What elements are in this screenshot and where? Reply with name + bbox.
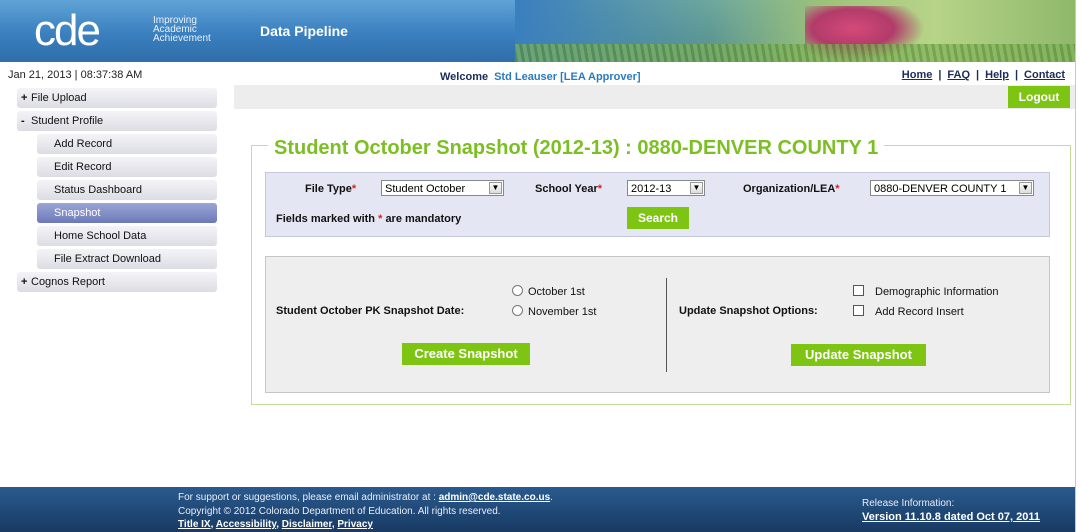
logo-tagline: Improving Academic Achievement	[153, 15, 211, 44]
chevron-down-icon: ▼	[1019, 182, 1032, 194]
logout-button[interactable]: Logout	[1008, 86, 1070, 108]
sidebar-item-add-record[interactable]: Add Record	[37, 134, 217, 154]
mandatory-note: Fields marked with * are mandatory	[276, 213, 462, 225]
october-1st-label: October 1st	[528, 286, 585, 298]
november-1st-label: November 1st	[528, 306, 597, 318]
expand-icon: +	[21, 92, 28, 104]
home-link[interactable]: Home	[902, 69, 933, 81]
header-banner-image	[515, 0, 1075, 62]
school-year-label: School Year*	[535, 183, 603, 195]
sidebar-nav: + File Upload - Student Profile Add Record…	[17, 88, 217, 295]
snapshot-date-label: Student October PK Snapshot Date:	[276, 305, 465, 317]
support-text: For support or suggestions, please email…	[178, 492, 553, 503]
accessibility-link[interactable]: Accessibility	[216, 519, 276, 530]
organization-select[interactable]: 0880-DENVER COUNTY 1 ▼	[870, 180, 1034, 196]
sidebar-item-snapshot[interactable]: Snapshot	[37, 203, 217, 223]
disclaimer-link[interactable]: Disclaimer	[282, 519, 332, 530]
page-title: Student October Snapshot (2012-13) : 088…	[268, 137, 885, 160]
search-button[interactable]: Search	[627, 207, 689, 229]
title-ix-link[interactable]: Title IX	[178, 519, 211, 530]
faq-link[interactable]: FAQ	[947, 69, 970, 81]
sidebar-item-home-school-data[interactable]: Home School Data	[37, 226, 217, 246]
add-record-insert-label: Add Record Insert	[875, 306, 964, 318]
copyright-text: Copyright © 2012 Colorado Department of …	[178, 506, 501, 517]
action-bar	[234, 85, 1075, 109]
update-options-label: Update Snapshot Options:	[679, 305, 818, 317]
file-type-label: File Type*	[305, 183, 357, 195]
banner-grass	[515, 44, 1075, 62]
contact-link[interactable]: Contact	[1024, 69, 1065, 81]
chevron-down-icon: ▼	[690, 182, 703, 194]
school-year-select[interactable]: 2012-13 ▼	[627, 180, 705, 196]
sidebar-item-cognos-report[interactable]: + Cognos Report	[17, 272, 217, 292]
radio-november-1st[interactable]	[512, 305, 523, 316]
collapse-icon: -	[21, 115, 25, 127]
demographic-label: Demographic Information	[875, 286, 999, 298]
app-name: Data Pipeline	[260, 23, 348, 39]
chevron-down-icon: ▼	[489, 182, 502, 194]
footer-links: Title IX, Accessibility, Disclaimer, Pri…	[178, 519, 373, 530]
release-info-title: Release Information:	[862, 498, 955, 509]
sidebar-item-status-dashboard[interactable]: Status Dashboard	[37, 180, 217, 200]
update-snapshot-button[interactable]: Update Snapshot	[791, 344, 926, 366]
welcome-message: Welcome Std Leauser [LEA Approver]	[440, 71, 641, 83]
sidebar-item-student-profile[interactable]: - Student Profile	[17, 111, 217, 131]
expand-icon: +	[21, 276, 28, 288]
sidebar-item-edit-record[interactable]: Edit Record	[37, 157, 217, 177]
datetime-stamp: Jan 21, 2013 | 08:37:38 AM	[8, 69, 143, 81]
radio-october-1st[interactable]	[512, 285, 523, 296]
panel-divider	[666, 278, 667, 372]
organization-label: Organization/LEA*	[743, 183, 840, 195]
help-link[interactable]: Help	[985, 69, 1009, 81]
demographic-checkbox[interactable]	[853, 285, 864, 296]
release-version-link[interactable]: Version 11.10.8 dated Oct 07, 2011	[862, 511, 1040, 523]
snapshot-panel	[265, 256, 1050, 393]
file-type-select[interactable]: Student October ▼	[381, 180, 504, 196]
privacy-link[interactable]: Privacy	[337, 519, 373, 530]
cde-logo[interactable]: cde	[34, 9, 101, 53]
add-record-insert-checkbox[interactable]	[853, 305, 864, 316]
sidebar-item-file-extract-download[interactable]: File Extract Download	[37, 249, 217, 269]
support-email-link[interactable]: admin@cde.state.co.us	[439, 492, 550, 503]
site-header: cde Improving Academic Achievement Data …	[0, 0, 1075, 62]
site-footer: For support or suggestions, please email…	[0, 487, 1075, 532]
create-snapshot-button[interactable]: Create Snapshot	[402, 343, 530, 365]
top-links: Home | FAQ | Help | Contact	[901, 69, 1065, 81]
page-frame: cde Improving Academic Achievement Data …	[0, 0, 1076, 532]
user-name: Std Leauser [LEA Approver]	[494, 71, 641, 83]
sidebar-item-file-upload[interactable]: + File Upload	[17, 88, 217, 108]
